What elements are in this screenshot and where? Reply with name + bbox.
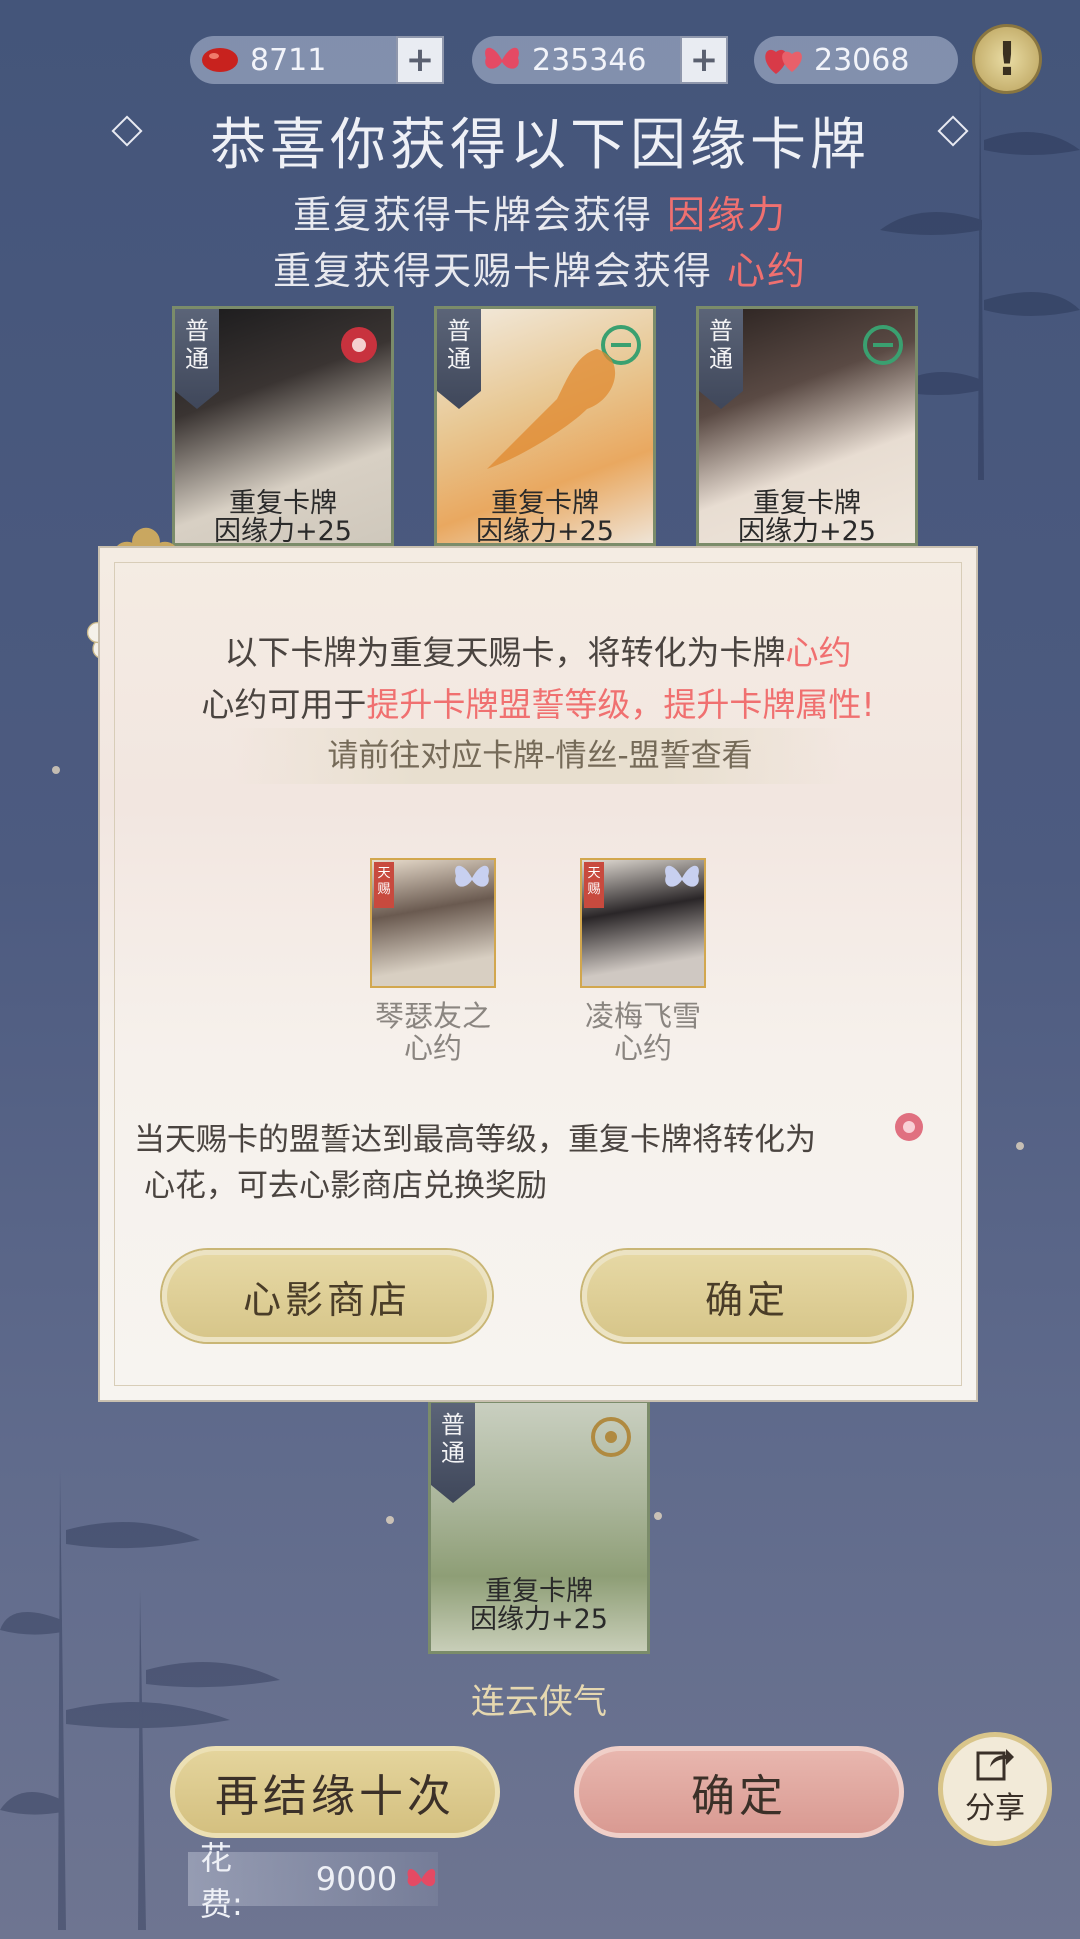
subtitle-line-1: 重复获得卡牌会获得 因缘力 (292, 193, 788, 237)
rarity-badge: 普通 (699, 309, 743, 409)
confirm-button[interactable]: 确定 (574, 1746, 904, 1838)
card-3[interactable]: 普通 重复卡牌 因缘力+25 (696, 306, 918, 546)
card-label-1: 重复卡牌 (485, 1576, 593, 1607)
heart-shop-button[interactable]: 心影商店 (162, 1250, 492, 1342)
cost-label: 花费: (200, 1839, 243, 1923)
card-label-1: 重复卡牌 (229, 488, 337, 519)
currency-value: 23068 (814, 42, 910, 78)
card-label-1: 重复卡牌 (753, 488, 861, 519)
share-icon (976, 1749, 1014, 1781)
dialog-hint-band: 请前往对应卡牌-情丝-盟誓查看 (230, 728, 850, 784)
card-label-2: 因缘力+25 (476, 516, 614, 546)
currency-value: 8711 (250, 42, 327, 78)
reward-card-thumbnail[interactable]: 天赐 (370, 858, 496, 988)
phoenix-illustration (487, 349, 616, 469)
card-label-2: 因缘力+25 (214, 516, 352, 546)
cost-display: 花费: 9000 (188, 1839, 438, 1923)
clan-emblem-icon (863, 325, 903, 365)
currency-value: 235346 (532, 42, 647, 78)
reward-card-label: 琴瑟友之 心约 (374, 999, 491, 1065)
rarity-badge: 普通 (431, 1403, 475, 1503)
dialog-confirm-button[interactable]: 确定 (582, 1250, 912, 1342)
hearts-icon (762, 38, 806, 82)
red-bean-icon (198, 38, 242, 82)
card-1[interactable]: 普通 重复卡牌 因缘力+25 (172, 306, 394, 546)
add-red-bean-button[interactable]: + (396, 36, 444, 84)
butterfly-icon (407, 1868, 436, 1887)
heart-flower-icon (895, 1113, 923, 1141)
share-button[interactable]: 分享 (938, 1732, 1052, 1846)
sparkle (1016, 1142, 1024, 1150)
dialog-note-line-1: 当天赐卡的盟誓达到最高等级，重复卡牌将转化为 (134, 1122, 816, 1158)
card-label-2: 因缘力+25 (470, 1604, 608, 1635)
sparkle (654, 1512, 662, 1520)
cost-value: 9000 (315, 1860, 398, 1898)
card-2[interactable]: 普通 重复卡牌 因缘力+25 (434, 306, 656, 546)
currency-hearts: 23068 (754, 36, 958, 84)
card-label-2: 因缘力+25 (738, 516, 876, 546)
dialog-line-1: 以下卡牌为重复天赐卡，将转化为卡牌心约 (224, 633, 852, 672)
butterfly-icon (455, 865, 489, 887)
tianci-tag: 天赐 (584, 862, 604, 908)
reward-card-label: 凌梅飞雪 心约 (584, 999, 701, 1065)
card-4[interactable]: 普通 重复卡牌 因缘力+25 (428, 1400, 650, 1654)
sparkle (386, 1516, 394, 1524)
currency-butterfly: 235346 + (472, 36, 728, 84)
clan-emblem-icon (341, 327, 377, 363)
page-title: 恭喜你获得以下因缘卡牌 (210, 113, 870, 178)
rarity-badge: 普通 (437, 309, 481, 409)
card-name: 连云侠气 (471, 1682, 607, 1722)
butterfly-icon (480, 38, 524, 82)
sparkle (52, 766, 60, 774)
clan-emblem-icon (591, 1417, 631, 1457)
dialog-note-line-2: 心花，可去心影商店兑换奖励 (144, 1168, 547, 1204)
alert-button[interactable]: ! (972, 24, 1042, 94)
draw-ten-again-button[interactable]: 再结缘十次 (170, 1746, 500, 1838)
currency-red-bean: 8711 + (190, 36, 444, 84)
rarity-badge: 普通 (175, 309, 219, 409)
butterfly-icon (665, 865, 699, 887)
card-label-1: 重复卡牌 (491, 488, 599, 519)
tianci-tag: 天赐 (374, 862, 394, 908)
subtitle-line-2: 重复获得天赐卡牌会获得 心约 (272, 249, 808, 293)
dialog-line-2: 心约可用于提升卡牌盟誓等级，提升卡牌属性! (201, 685, 875, 724)
share-label: 分享 (965, 1791, 1025, 1826)
duplicate-card-dialog: 以下卡牌为重复天赐卡，将转化为卡牌心约 心约可用于提升卡牌盟誓等级，提升卡牌属性… (98, 546, 978, 1402)
reward-card-thumbnail[interactable]: 天赐 (580, 858, 706, 988)
add-butterfly-button[interactable]: + (680, 36, 728, 84)
